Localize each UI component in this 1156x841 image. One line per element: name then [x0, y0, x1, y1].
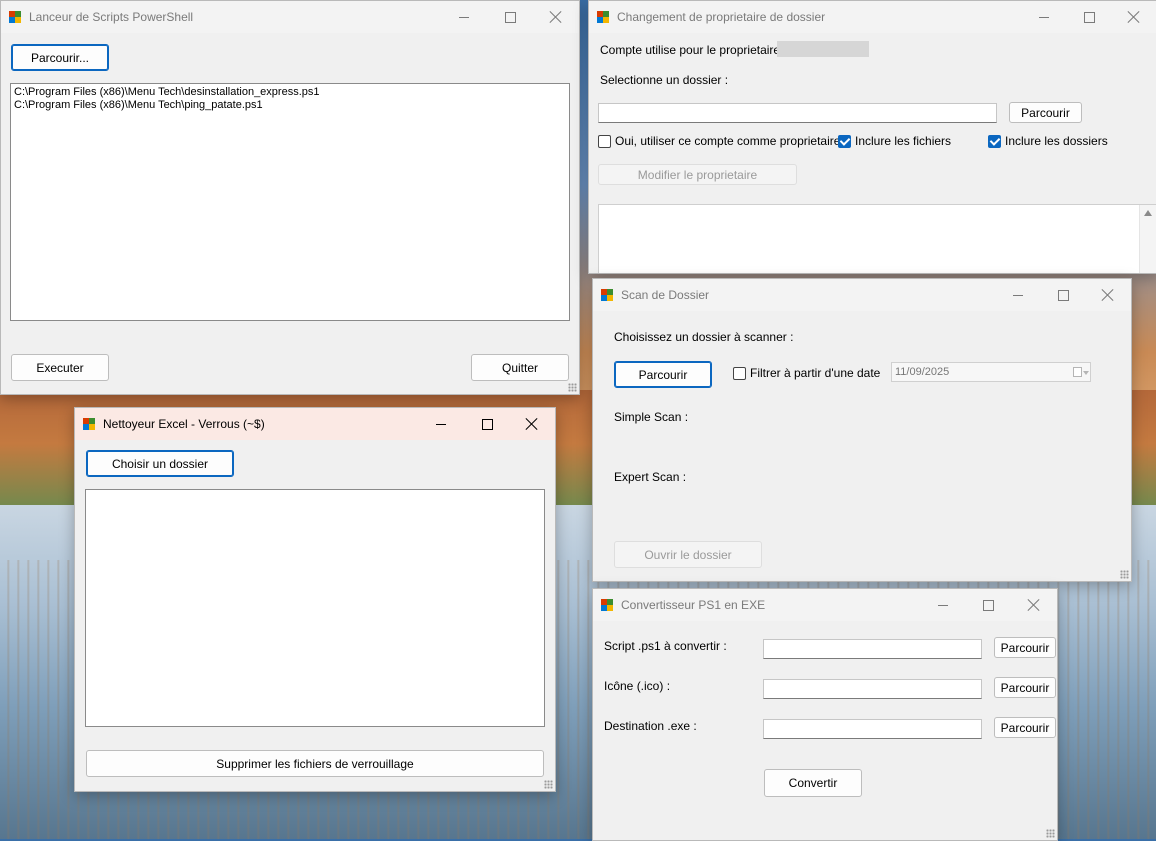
- winforms-app-icon: [83, 418, 95, 430]
- icon-label: Icône (.ico) :: [604, 679, 671, 693]
- browse-button[interactable]: Parcourir: [1009, 102, 1082, 123]
- minimize-icon: [938, 604, 948, 606]
- window-title: Nettoyeur Excel - Verrous (~$): [103, 417, 265, 431]
- script-list[interactable]: C:\Program Files (x86)\Menu Tech\desinst…: [10, 83, 570, 321]
- date-picker[interactable]: 11/09/2025: [891, 362, 1091, 382]
- icon-path-input[interactable]: [763, 679, 982, 699]
- date-filter-label[interactable]: Filtrer à partir d'une date: [750, 366, 880, 380]
- browse-button[interactable]: Parcourir: [614, 361, 712, 388]
- converter-titlebar[interactable]: Convertisseur PS1 en EXE: [593, 589, 1057, 621]
- date-filter-checkbox[interactable]: [733, 367, 746, 380]
- launcher-window: Lanceur de Scripts PowerShell Parcourir.…: [0, 0, 580, 395]
- minimize-icon: [1013, 294, 1023, 296]
- window-title: Convertisseur PS1 en EXE: [621, 598, 766, 612]
- maximize-icon: [504, 11, 516, 23]
- browse-script-button[interactable]: Parcourir: [994, 637, 1056, 658]
- close-icon: [1128, 11, 1140, 23]
- minimize-icon: [1039, 16, 1049, 18]
- maximize-button[interactable]: [1066, 1, 1112, 33]
- simple-scan-label: Simple Scan :: [614, 410, 689, 424]
- close-icon: [1028, 599, 1040, 611]
- maximize-icon: [1057, 289, 1069, 301]
- window-title: Changement de proprietaire de dossier: [617, 10, 826, 24]
- maximize-icon: [1083, 11, 1095, 23]
- minimize-icon: [436, 423, 446, 425]
- browse-destination-button[interactable]: Parcourir: [994, 717, 1056, 738]
- launcher-titlebar[interactable]: Lanceur de Scripts PowerShell: [1, 1, 579, 33]
- winforms-app-icon: [601, 289, 613, 301]
- close-button[interactable]: [1085, 279, 1131, 311]
- convert-button[interactable]: Convertir: [764, 769, 862, 797]
- excel-cleaner-window: Nettoyeur Excel - Verrous (~$) Choisir u…: [74, 407, 556, 792]
- date-value: 11/09/2025: [895, 366, 950, 378]
- minimize-button[interactable]: [920, 589, 966, 621]
- winforms-app-icon: [9, 11, 21, 23]
- chevron-down-icon: [1083, 371, 1089, 375]
- folder-path-input[interactable]: [598, 103, 997, 123]
- minimize-button[interactable]: [418, 408, 464, 440]
- execute-button[interactable]: Executer: [11, 354, 109, 381]
- close-button[interactable]: [1111, 1, 1156, 33]
- maximize-button[interactable]: [1040, 279, 1086, 311]
- modify-owner-button[interactable]: Modifier le proprietaire: [598, 164, 797, 185]
- window-title: Lanceur de Scripts PowerShell: [29, 10, 194, 24]
- maximize-icon: [982, 599, 994, 611]
- close-icon: [526, 418, 538, 430]
- maximize-button[interactable]: [464, 408, 510, 440]
- winforms-app-icon: [597, 11, 609, 23]
- account-label: Compte utilise pour le proprietaire :: [600, 43, 787, 57]
- close-button[interactable]: [533, 1, 579, 33]
- minimize-icon: [459, 16, 469, 18]
- resize-grip[interactable]: [1046, 829, 1055, 838]
- resize-grip[interactable]: [568, 383, 577, 392]
- select-folder-label: Selectionne un dossier :: [600, 73, 729, 87]
- scan-window: Scan de Dossier Choisissez un dossier à …: [592, 278, 1132, 582]
- scroll-up-arrow-icon[interactable]: [1144, 210, 1152, 216]
- script-path-input[interactable]: [763, 639, 982, 659]
- minimize-button[interactable]: [995, 279, 1041, 311]
- list-item[interactable]: C:\Program Files (x86)\Menu Tech\ping_pa…: [14, 99, 566, 112]
- choose-folder-button[interactable]: Choisir un dossier: [86, 450, 234, 477]
- scan-titlebar[interactable]: Scan de Dossier: [593, 279, 1131, 311]
- use-account-checkbox[interactable]: [598, 135, 611, 148]
- destination-label: Destination .exe :: [604, 719, 697, 733]
- minimize-button[interactable]: [1021, 1, 1067, 33]
- include-folders-label[interactable]: Inclure les dossiers: [1005, 134, 1108, 148]
- close-button[interactable]: [509, 408, 555, 440]
- open-folder-button[interactable]: Ouvrir le dossier: [614, 541, 762, 568]
- winforms-app-icon: [601, 599, 613, 611]
- expert-scan-label: Expert Scan :: [614, 470, 687, 484]
- maximize-icon: [481, 418, 493, 430]
- quit-button[interactable]: Quitter: [471, 354, 569, 381]
- list-item[interactable]: C:\Program Files (x86)\Menu Tech\desinst…: [14, 86, 566, 99]
- calendar-dropdown-icon[interactable]: [1073, 367, 1082, 377]
- choose-folder-label: Choisissez un dossier à scanner :: [614, 330, 794, 344]
- maximize-button[interactable]: [487, 1, 533, 33]
- excel-titlebar[interactable]: Nettoyeur Excel - Verrous (~$): [75, 408, 555, 440]
- close-button[interactable]: [1011, 589, 1057, 621]
- script-label: Script .ps1 à convertir :: [604, 639, 727, 653]
- browse-button[interactable]: Parcourir...: [11, 44, 109, 71]
- account-value-redacted: [777, 41, 869, 57]
- resize-grip[interactable]: [1120, 570, 1129, 579]
- converter-window: Convertisseur PS1 en EXE Script .ps1 à c…: [592, 588, 1058, 841]
- owner-window: Changement de proprietaire de dossier Co…: [588, 0, 1156, 274]
- lock-files-list[interactable]: [85, 489, 545, 727]
- maximize-button[interactable]: [965, 589, 1011, 621]
- owner-titlebar[interactable]: Changement de proprietaire de dossier: [589, 1, 1156, 33]
- delete-lock-files-button[interactable]: Supprimer les fichiers de verrouillage: [86, 750, 544, 777]
- use-account-label[interactable]: Oui, utiliser ce compte comme proprietai…: [615, 134, 840, 148]
- include-files-label[interactable]: Inclure les fichiers: [855, 134, 951, 148]
- include-files-checkbox[interactable]: [838, 135, 851, 148]
- close-icon: [550, 11, 562, 23]
- destination-path-input[interactable]: [763, 719, 982, 739]
- include-folders-checkbox[interactable]: [988, 135, 1001, 148]
- scrollbar[interactable]: [1139, 205, 1156, 273]
- minimize-button[interactable]: [441, 1, 487, 33]
- close-icon: [1102, 289, 1114, 301]
- window-title: Scan de Dossier: [621, 288, 710, 302]
- browse-icon-button[interactable]: Parcourir: [994, 677, 1056, 698]
- log-textbox[interactable]: [598, 204, 1156, 273]
- resize-grip[interactable]: [544, 780, 553, 789]
